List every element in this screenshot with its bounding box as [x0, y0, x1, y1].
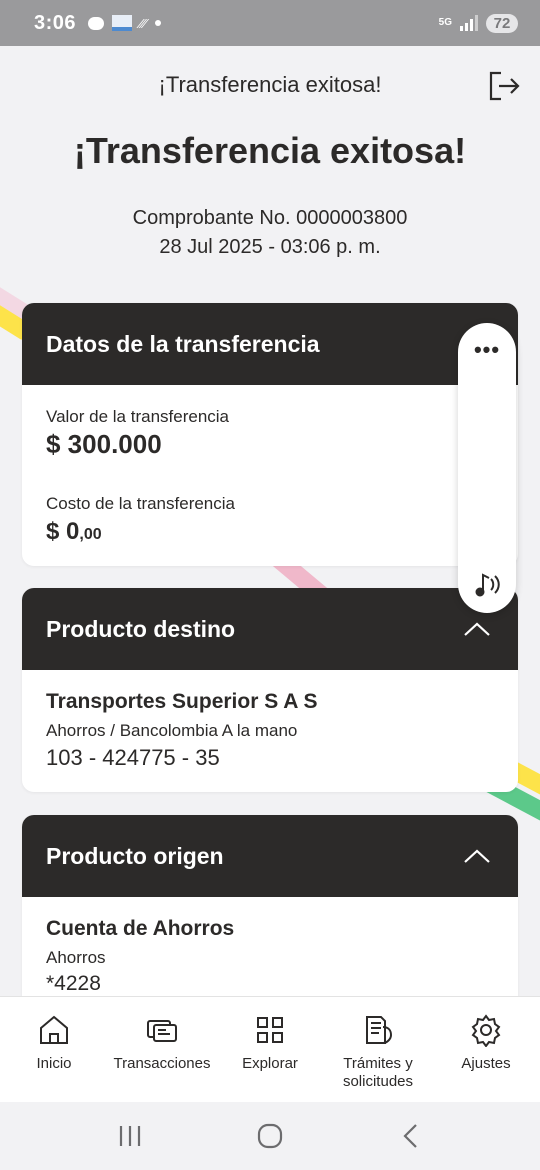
- origin-type: Ahorros: [46, 948, 106, 967]
- notification-icons: ⁄⁄⁄: [88, 15, 161, 31]
- grid-icon: [257, 1017, 283, 1043]
- nav-item-inicio[interactable]: Inicio: [0, 1013, 108, 1102]
- page-title: ¡Transferencia exitosa!: [73, 130, 467, 171]
- battery-indicator: 72: [486, 13, 518, 33]
- chat-notification-icon: [88, 16, 105, 30]
- recent-apps-button[interactable]: [110, 1116, 150, 1156]
- home-icon: [40, 1015, 68, 1044]
- receipt-info: Comprobante No. 0000003800 28 Jul 2025 -…: [0, 204, 540, 262]
- status-bar: 3:06 ⁄⁄⁄ 5G 72: [0, 0, 540, 46]
- origin-account: *4228: [46, 972, 101, 995]
- home-circle-icon: [257, 1123, 283, 1149]
- transactions-icon: [147, 1020, 177, 1042]
- nav-item-ajustes[interactable]: Ajustes: [432, 1013, 540, 1102]
- missed-call-icon: ⁄⁄⁄: [140, 15, 147, 31]
- transfer-cost-label: Costo de la transferencia: [46, 494, 235, 513]
- back-icon: [403, 1124, 417, 1148]
- system-navigation-bar: [0, 1102, 540, 1170]
- destination-product-card: Producto destino Transportes Superior S …: [22, 588, 518, 792]
- origin-header[interactable]: Producto origen: [22, 815, 518, 897]
- origin-product-card: Producto origen Cuenta de Ahorros Ahorro…: [22, 815, 518, 1015]
- transfer-cost: $ 0,00: [46, 518, 494, 546]
- logout-icon: [489, 71, 520, 101]
- receipt-datetime: 28 Jul 2025 - 03:06 p. m.: [159, 236, 381, 258]
- nav-label: Explorar: [242, 1055, 298, 1072]
- nav-label: Inicio: [36, 1055, 72, 1072]
- transfer-details-header: Datos de la transferencia: [22, 303, 518, 385]
- documents-icon: [366, 1016, 393, 1044]
- audio-icon[interactable]: [469, 565, 505, 601]
- receipt-number: Comprobante No. 0000003800: [132, 207, 408, 229]
- network-type: 5G: [438, 17, 452, 28]
- logout-button[interactable]: [486, 68, 522, 104]
- transfer-details-heading: Datos de la transferencia: [46, 330, 320, 357]
- destination-header[interactable]: Producto destino: [22, 588, 518, 670]
- destination-type: Ahorros / Bancolombia A la mano: [46, 721, 298, 740]
- more-notifications-icon: [154, 20, 161, 26]
- transfer-details-card: Datos de la transferencia Valor de la tr…: [22, 303, 518, 566]
- transfer-cost-main: $ 0: [46, 518, 80, 545]
- status-time: 3:06: [34, 11, 77, 34]
- signal-icon: [460, 15, 478, 31]
- transfer-value-label: Valor de la transferencia: [46, 407, 230, 426]
- more-options-icon[interactable]: •••: [458, 339, 516, 361]
- bottom-navigation: Inicio Transacciones Explorar Trámites y…: [0, 996, 540, 1102]
- transfer-value: $ 300.000: [46, 429, 162, 459]
- recent-apps-icon: [119, 1126, 141, 1146]
- nav-item-tramites[interactable]: Trámites y solicitudes: [324, 1013, 432, 1102]
- nav-item-explorar[interactable]: Explorar: [216, 1013, 324, 1102]
- destination-heading: Producto destino: [46, 615, 236, 642]
- chevron-up-icon[interactable]: [460, 617, 494, 641]
- back-button[interactable]: [390, 1116, 430, 1156]
- origin-heading: Producto origen: [46, 842, 224, 869]
- app-notification-icon: [112, 15, 133, 31]
- destination-account: 103 - 424775 - 35: [46, 745, 220, 770]
- accessibility-widget[interactable]: •••: [458, 323, 516, 613]
- origin-name: Cuenta de Ahorros: [46, 917, 235, 940]
- nav-label: Transacciones: [113, 1055, 211, 1072]
- home-button[interactable]: [250, 1116, 290, 1156]
- chevron-up-icon[interactable]: [460, 844, 494, 868]
- destination-name: Transportes Superior S A S: [46, 690, 318, 713]
- nav-item-transacciones[interactable]: Transacciones: [108, 1013, 216, 1102]
- nav-label: Trámites y solicitudes: [342, 1055, 414, 1090]
- header-title: ¡Transferencia exitosa!: [158, 72, 382, 97]
- gear-icon: [471, 1014, 501, 1047]
- transfer-cost-cents: ,00: [79, 526, 102, 543]
- nav-label: Ajustes: [461, 1055, 511, 1072]
